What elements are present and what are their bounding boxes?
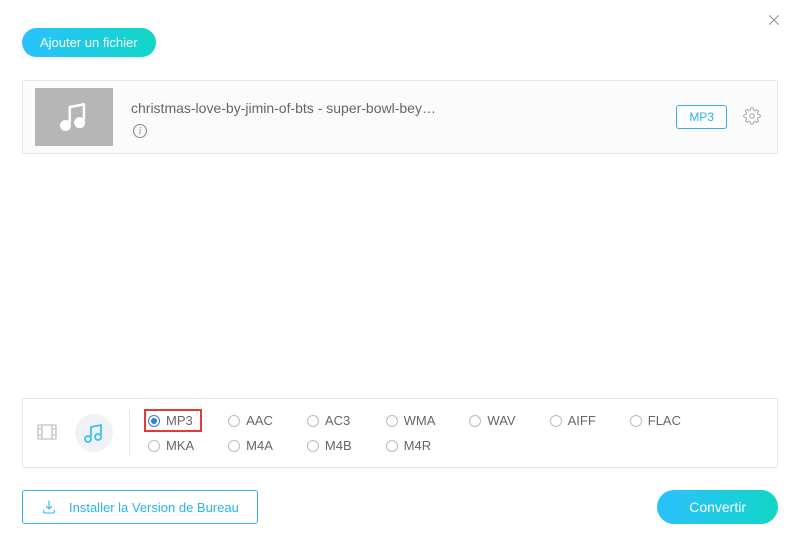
install-desktop-button[interactable]: Installer la Version de Bureau [22, 490, 258, 524]
file-info: christmas-love-by-jimin-of-bts - super-b… [131, 96, 658, 138]
radio-dot-icon [386, 440, 398, 452]
format-bar: MP3 AAC AC3 WMA WAV AIFF FLAC MKA M4A M4B M4R [22, 398, 778, 468]
radio-dot-icon [148, 415, 160, 427]
gear-icon[interactable] [743, 107, 761, 128]
format-radio-m4r[interactable]: M4R [386, 438, 436, 453]
radio-dot-icon [228, 415, 240, 427]
radio-dot-icon [630, 415, 642, 427]
audio-tab-icon[interactable] [75, 414, 113, 452]
format-radio-label: WAV [487, 413, 515, 428]
format-radio-mp3[interactable]: MP3 [144, 409, 202, 432]
format-radio-wav[interactable]: WAV [469, 413, 515, 428]
video-tab-icon[interactable] [35, 420, 59, 447]
output-format-badge[interactable]: MP3 [676, 105, 727, 129]
radio-dot-icon [550, 415, 562, 427]
file-row: christmas-love-by-jimin-of-bts - super-b… [22, 80, 778, 154]
radio-dot-icon [228, 440, 240, 452]
format-radio-m4b[interactable]: M4B [307, 438, 352, 453]
format-radio-label: AIFF [568, 413, 596, 428]
format-radio-label: WMA [404, 413, 436, 428]
radio-dot-icon [386, 415, 398, 427]
format-radio-aiff[interactable]: AIFF [550, 413, 596, 428]
format-radio-grid: MP3 AAC AC3 WMA WAV AIFF FLAC MKA M4A M4B M4R [148, 413, 681, 453]
format-radio-label: FLAC [648, 413, 681, 428]
format-radio-aac[interactable]: AAC [228, 413, 273, 428]
format-radio-label: M4R [404, 438, 431, 453]
format-radio-label: AAC [246, 413, 273, 428]
add-file-button[interactable]: Ajouter un fichier [22, 28, 156, 57]
convert-button[interactable]: Convertir [657, 490, 778, 524]
bottom-bar: Installer la Version de Bureau Convertir [22, 490, 778, 524]
radio-dot-icon [469, 415, 481, 427]
radio-dot-icon [307, 415, 319, 427]
format-radio-wma[interactable]: WMA [386, 413, 436, 428]
format-radio-label: M4B [325, 438, 352, 453]
music-thumbnail-icon [35, 88, 113, 146]
format-radio-flac[interactable]: FLAC [630, 413, 681, 428]
close-icon[interactable] [766, 12, 782, 31]
format-radio-label: AC3 [325, 413, 350, 428]
file-actions: MP3 [676, 105, 761, 129]
format-radio-label: M4A [246, 438, 273, 453]
format-radio-mka[interactable]: MKA [148, 438, 194, 453]
info-icon[interactable]: i [133, 124, 147, 138]
install-desktop-label: Installer la Version de Bureau [69, 500, 239, 515]
format-radio-label: MP3 [166, 413, 193, 428]
format-radio-label: MKA [166, 438, 194, 453]
radio-dot-icon [148, 440, 160, 452]
format-radio-m4a[interactable]: M4A [228, 438, 273, 453]
format-radio-ac3[interactable]: AC3 [307, 413, 352, 428]
format-category-tabs [35, 410, 130, 456]
file-name: christmas-love-by-jimin-of-bts - super-b… [131, 100, 658, 116]
radio-dot-icon [307, 440, 319, 452]
